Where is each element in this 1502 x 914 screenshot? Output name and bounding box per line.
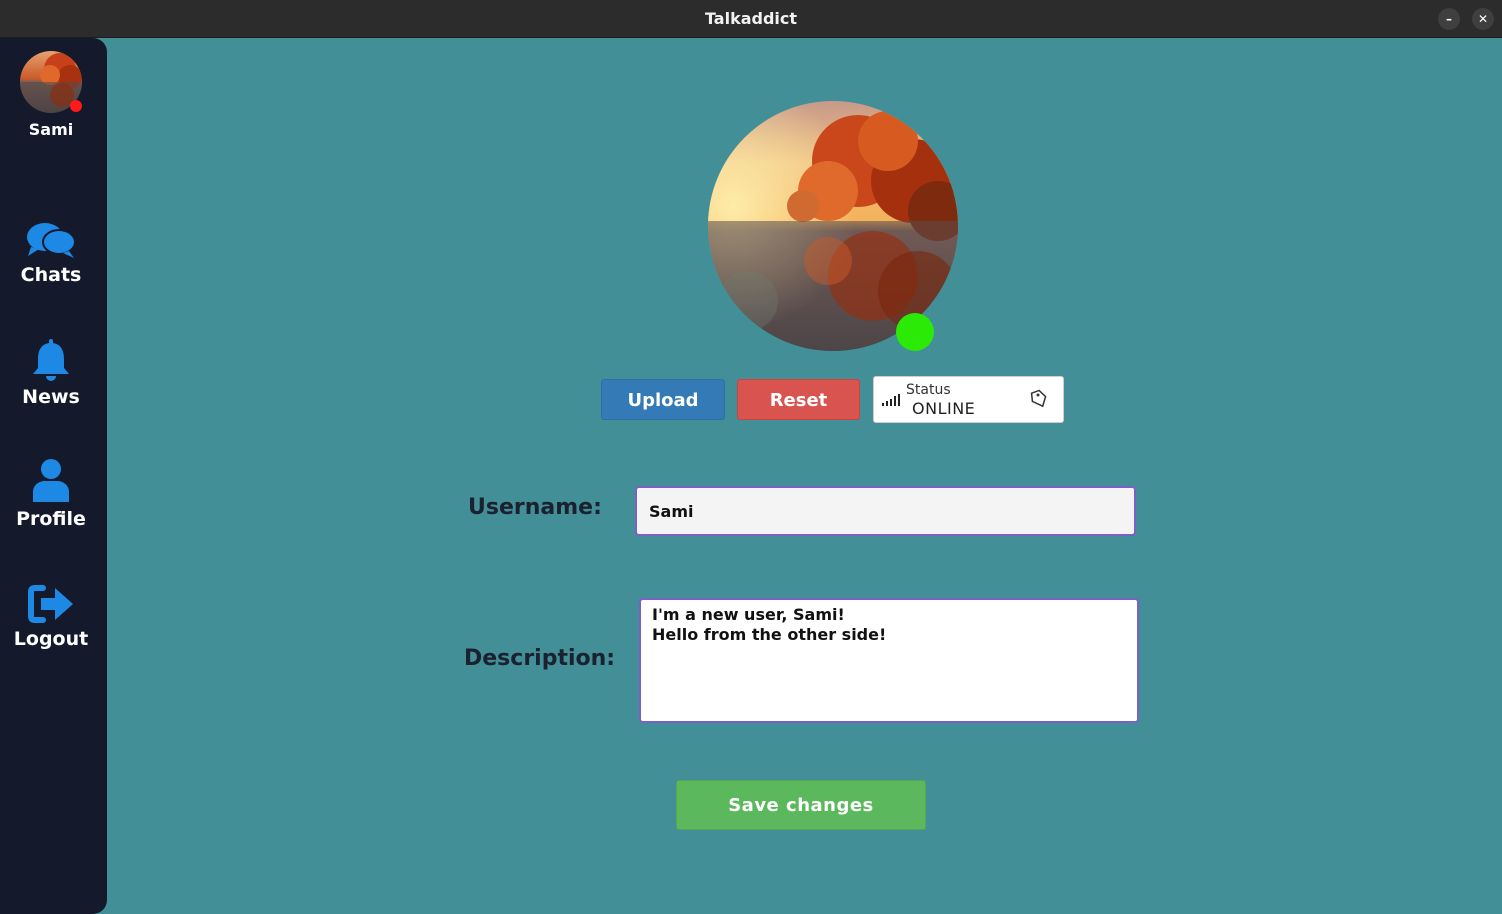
sidebar-item-profile[interactable]: Profile	[0, 458, 102, 530]
sidebar-item-label: Profile	[16, 508, 86, 530]
reset-button[interactable]: Reset	[737, 379, 860, 420]
description-label: Description:	[464, 646, 616, 671]
window-title: Talkaddict	[704, 9, 798, 28]
profile-status-dot	[896, 313, 934, 351]
sidebar: Sami Chats News Profile Logout	[0, 38, 107, 914]
user-icon	[33, 459, 69, 502]
sidebar-status-dot	[70, 100, 82, 112]
status-caption: Status	[906, 382, 951, 398]
status-select[interactable]: Status ONLINE	[873, 376, 1064, 423]
sidebar-item-chats[interactable]: Chats	[0, 220, 102, 286]
description-field[interactable]: I'm a new user, Sami! Hello from the oth…	[639, 598, 1139, 723]
chat-bubbles-icon	[27, 223, 76, 258]
sidebar-item-label: Chats	[20, 264, 82, 286]
app-window: Talkaddict – ✕ Sami Chats News Profile L…	[0, 0, 1502, 914]
logout-icon	[28, 585, 73, 623]
save-changes-button[interactable]: Save changes	[676, 780, 926, 830]
sidebar-item-label: Logout	[13, 628, 89, 650]
minimize-icon[interactable]: –	[1438, 8, 1460, 30]
upload-button[interactable]: Upload	[601, 379, 725, 420]
username-field[interactable]	[635, 486, 1136, 536]
sidebar-username: Sami	[28, 120, 74, 139]
status-value: ONLINE	[912, 399, 976, 418]
sidebar-item-label: News	[22, 386, 80, 408]
sidebar-item-news[interactable]: News	[0, 338, 102, 408]
close-icon[interactable]: ✕	[1472, 8, 1494, 30]
username-label: Username:	[468, 495, 602, 520]
signal-icon	[882, 394, 900, 406]
title-bar: Talkaddict – ✕	[0, 0, 1502, 38]
bell-icon	[33, 339, 69, 381]
sidebar-item-logout[interactable]: Logout	[0, 584, 102, 650]
main-area: Sami Chats News Profile Logout Upload Re…	[0, 38, 1502, 914]
tag-icon	[1030, 389, 1047, 408]
